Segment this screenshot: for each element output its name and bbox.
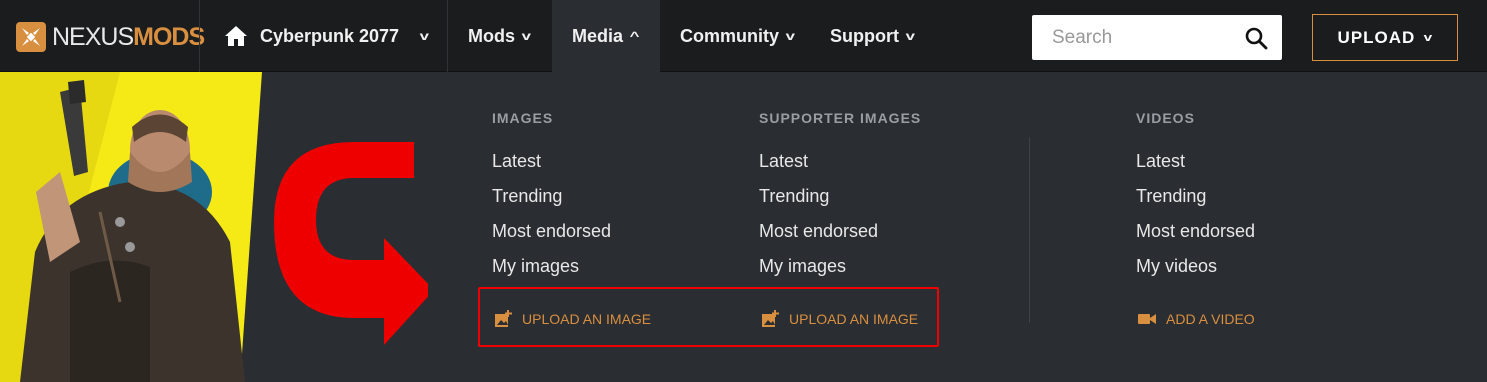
- annotation-highlight-box: [478, 287, 939, 347]
- supporter-latest-link[interactable]: Latest: [759, 151, 808, 172]
- top-navigation-bar: NEXUSMODS Cyberpunk 2077 v Mods v Media …: [0, 0, 1487, 72]
- nav-community[interactable]: Community v: [680, 0, 796, 72]
- supporter-images-column-title: SUPPORTER IMAGES: [759, 110, 922, 126]
- game-hero-artwork: [0, 72, 262, 382]
- game-selector-label: Cyberpunk 2077: [260, 25, 400, 46]
- images-trending-link[interactable]: Trending: [492, 186, 562, 207]
- logo-text-nexus: NEXUS: [52, 22, 134, 51]
- game-selector[interactable]: Cyberpunk 2077 v: [200, 0, 447, 72]
- annotation-arrow: [274, 142, 428, 345]
- logo-text: NEXUSMODS: [52, 22, 205, 52]
- search-input[interactable]: [1052, 26, 1232, 49]
- videos-my-videos-link[interactable]: My videos: [1136, 256, 1217, 277]
- chevron-down-icon: v: [521, 29, 532, 43]
- nav-media[interactable]: Media ^: [552, 0, 660, 72]
- search-box[interactable]: [1032, 15, 1282, 60]
- search-icon[interactable]: [1244, 26, 1268, 50]
- chevron-down-icon: v: [785, 29, 796, 43]
- nexusmods-logo-icon: [16, 22, 46, 52]
- chevron-down-icon: v: [1423, 31, 1434, 44]
- upload-button[interactable]: UPLOAD v: [1312, 14, 1458, 61]
- videos-most-endorsed-link[interactable]: Most endorsed: [1136, 221, 1255, 242]
- videos-latest-link[interactable]: Latest: [1136, 151, 1185, 172]
- logo-text-mods: MODS: [133, 22, 205, 51]
- upload-button-label: UPLOAD: [1337, 27, 1416, 47]
- nav-mods-label: Mods: [468, 25, 515, 46]
- column-divider: [1029, 137, 1030, 323]
- images-my-images-link[interactable]: My images: [492, 256, 579, 277]
- supporter-most-endorsed-link[interactable]: Most endorsed: [759, 221, 878, 242]
- nav-support[interactable]: Support v: [830, 0, 916, 72]
- add-video-label: ADD A VIDEO: [1166, 311, 1255, 327]
- supporter-my-images-link[interactable]: My images: [759, 256, 846, 277]
- nav-support-label: Support: [830, 25, 899, 46]
- chevron-up-icon: ^: [629, 29, 640, 43]
- nav-media-label: Media: [572, 25, 624, 46]
- nexusmods-logo[interactable]: NEXUSMODS: [16, 20, 205, 54]
- nav-community-label: Community: [680, 25, 779, 46]
- images-column-title: IMAGES: [492, 110, 554, 126]
- video-camera-icon: [1138, 314, 1156, 324]
- videos-column-title: VIDEOS: [1136, 110, 1195, 126]
- supporter-trending-link[interactable]: Trending: [759, 186, 829, 207]
- chevron-down-icon: v: [419, 29, 430, 43]
- images-most-endorsed-link[interactable]: Most endorsed: [492, 221, 611, 242]
- nav-divider: [447, 0, 448, 72]
- chevron-down-icon: v: [905, 29, 916, 43]
- home-icon: [225, 26, 247, 46]
- add-video-button[interactable]: ADD A VIDEO: [1138, 310, 1255, 328]
- videos-trending-link[interactable]: Trending: [1136, 186, 1206, 207]
- nav-mods[interactable]: Mods v: [468, 0, 532, 72]
- images-latest-link[interactable]: Latest: [492, 151, 541, 172]
